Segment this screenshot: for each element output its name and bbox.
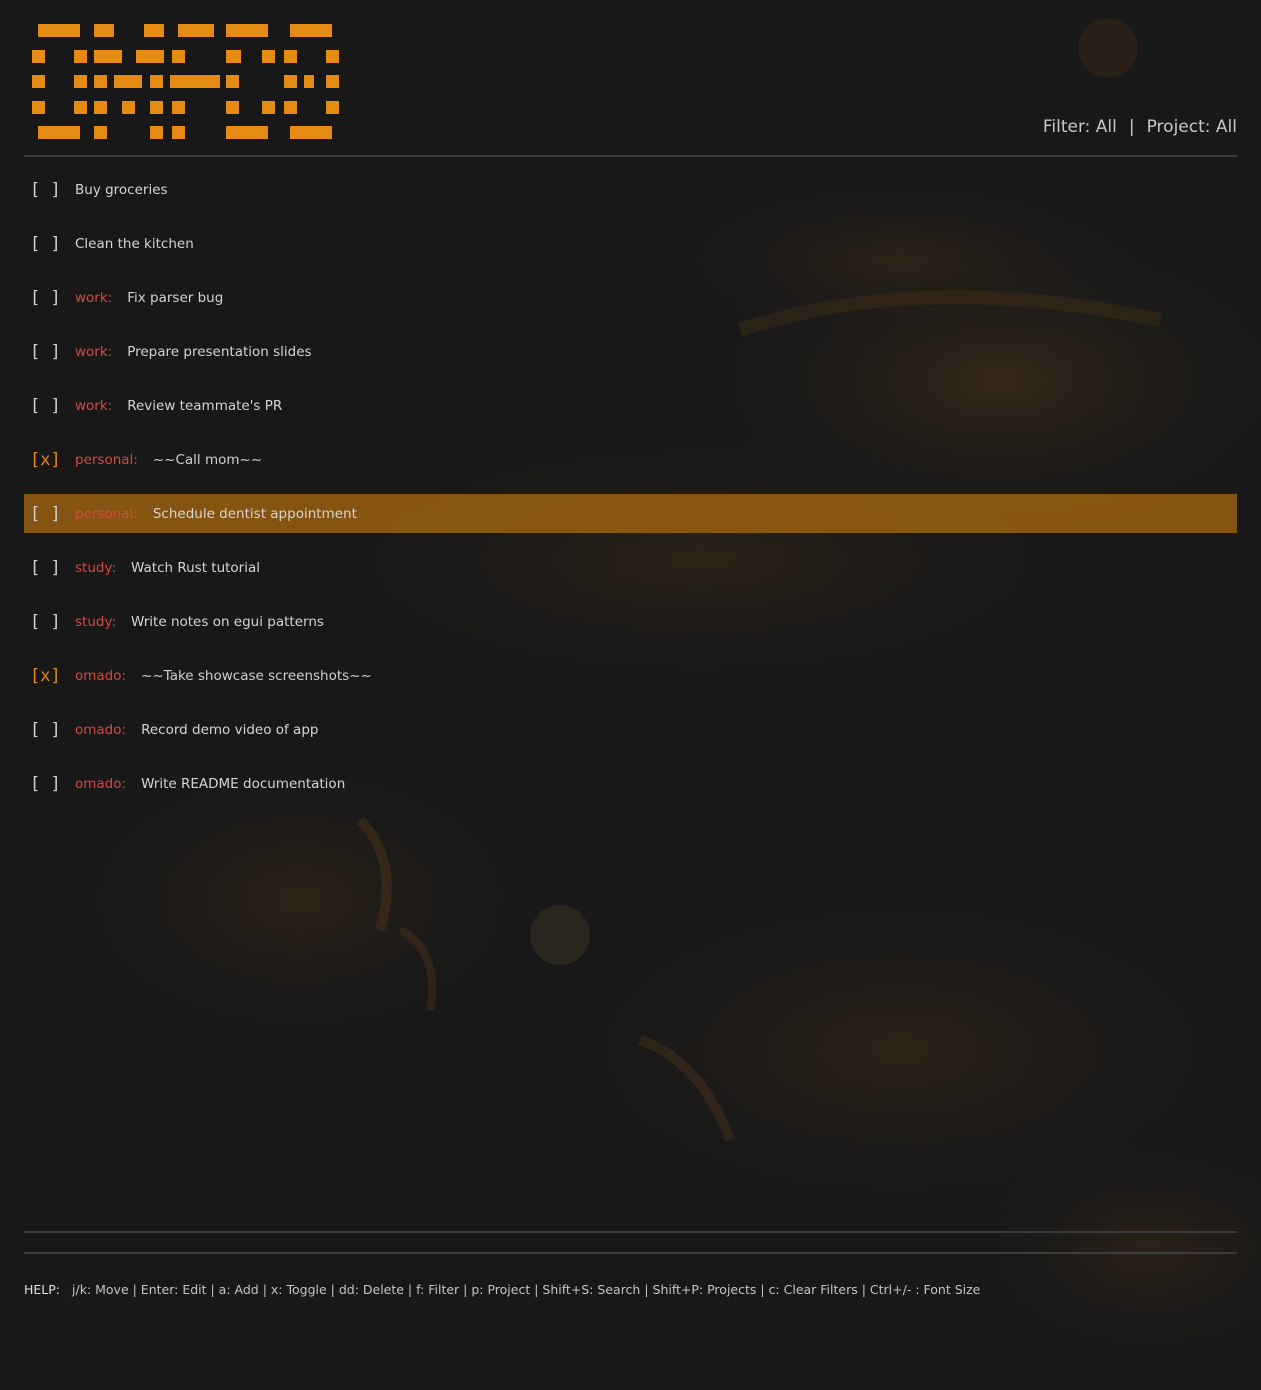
- todo-list: [ ] Buy groceries[ ] Clean the kitchen[ ] w…: [24, 170, 1237, 818]
- status-separator: |: [1128, 117, 1135, 137]
- todo-row[interactable]: [x] omado: ~~Take showcase screenshots~~: [24, 656, 1237, 695]
- filter-status: Filter: All | Project: All: [1043, 117, 1237, 137]
- todo-project: study:: [75, 559, 117, 576]
- todo-checkbox[interactable]: [ ]: [24, 180, 75, 200]
- todo-text: Prepare presentation slides: [127, 343, 312, 360]
- todo-checkbox[interactable]: [ ]: [24, 774, 75, 794]
- todo-project: omado:: [75, 775, 127, 792]
- todo-text: Buy groceries: [75, 181, 168, 198]
- todo-row[interactable]: [ ] omado: Record demo video of app: [24, 710, 1237, 749]
- filter-label: Filter:: [1042, 117, 1091, 137]
- todo-checkbox[interactable]: [ ]: [24, 558, 75, 578]
- todo-project: omado:: [75, 667, 127, 684]
- todo-row[interactable]: [ ] work: Prepare presentation slides: [24, 332, 1237, 371]
- help-bar: HELP: j/k: Move | Enter: Edit | a: Add | …: [24, 1282, 980, 1297]
- todo-text: Schedule dentist appointment: [152, 505, 357, 522]
- todo-checkbox[interactable]: [ ]: [24, 396, 75, 416]
- todo-row[interactable]: [ ] study: Watch Rust tutorial: [24, 548, 1237, 587]
- todo-text: Fix parser bug: [127, 289, 224, 306]
- app-window: Filter: All | Project: All [ ] Buy grocerie…: [0, 0, 1261, 1390]
- todo-text: ~~Take showcase screenshots~~: [141, 667, 372, 684]
- todo-text: Review teammate's PR: [127, 397, 283, 414]
- todo-checkbox[interactable]: [ ]: [24, 342, 75, 362]
- todo-row[interactable]: [x] personal: ~~Call mom~~: [24, 440, 1237, 479]
- todo-project: personal:: [75, 505, 138, 522]
- todo-project: work:: [75, 289, 113, 306]
- todo-checkbox[interactable]: [x]: [24, 666, 75, 686]
- todo-text: ~~Call mom~~: [152, 451, 263, 468]
- todo-project: study:: [75, 613, 117, 630]
- todo-checkbox[interactable]: [ ]: [24, 612, 75, 632]
- todo-project: omado:: [75, 721, 127, 738]
- todo-text: Clean the kitchen: [75, 235, 194, 252]
- todo-checkbox[interactable]: [ ]: [24, 288, 75, 308]
- project-label: Project:: [1146, 117, 1211, 137]
- project-value: All: [1215, 117, 1237, 137]
- todo-text: Write README documentation: [141, 775, 346, 792]
- todo-checkbox[interactable]: [ ]: [24, 234, 75, 254]
- todo-text: Watch Rust tutorial: [131, 559, 261, 576]
- app-logo: [28, 22, 344, 144]
- todo-row[interactable]: [ ] study: Write notes on egui patterns: [24, 602, 1237, 641]
- help-text: j/k: Move | Enter: Edit | a: Add | x: To…: [72, 1282, 981, 1297]
- todo-project: work:: [75, 343, 113, 360]
- todo-row-selected[interactable]: [ ] personal: Schedule dentist appointment: [24, 494, 1237, 533]
- todo-checkbox[interactable]: [ ]: [24, 720, 75, 740]
- todo-row[interactable]: [ ] Clean the kitchen: [24, 224, 1237, 263]
- footer-divider-top: [24, 1231, 1237, 1233]
- todo-project: personal:: [75, 451, 138, 468]
- todo-row[interactable]: [ ] omado: Write README documentation: [24, 764, 1237, 803]
- todo-text: Record demo video of app: [141, 721, 319, 738]
- todo-checkbox[interactable]: [x]: [24, 450, 75, 470]
- todo-row[interactable]: [ ] work: Fix parser bug: [24, 278, 1237, 317]
- todo-checkbox[interactable]: [ ]: [24, 504, 75, 524]
- todo-text: Write notes on egui patterns: [131, 613, 324, 630]
- filter-value: All: [1095, 117, 1117, 137]
- help-label: HELP:: [24, 1282, 61, 1297]
- header-divider: [24, 155, 1237, 157]
- todo-row[interactable]: [ ] Buy groceries: [24, 170, 1237, 209]
- footer-divider-bottom: [24, 1252, 1237, 1254]
- todo-row[interactable]: [ ] work: Review teammate's PR: [24, 386, 1237, 425]
- todo-project: work:: [75, 397, 113, 414]
